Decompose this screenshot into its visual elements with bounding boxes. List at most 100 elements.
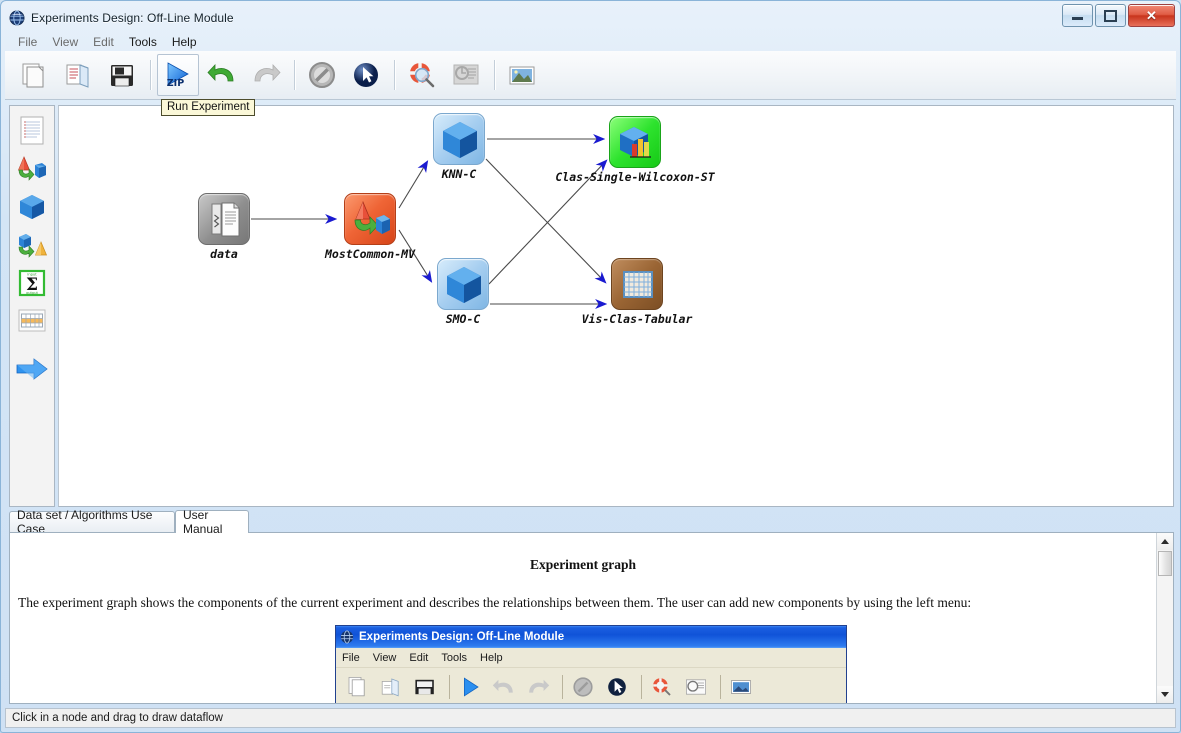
embedded-open-folder-icon xyxy=(376,672,406,702)
manual-paragraph: The experiment graph shows the component… xyxy=(18,595,972,610)
embedded-toolbar-separator-1 xyxy=(449,675,450,699)
dataset-document-icon xyxy=(20,116,44,145)
scrollbar-thumb[interactable] xyxy=(1158,551,1172,576)
window-title: Experiments Design: Off-Line Module xyxy=(31,11,234,25)
dataset-node-icon xyxy=(211,202,240,237)
embedded-menu-file: File xyxy=(342,651,360,664)
zip-run-icon: ZIP xyxy=(167,62,189,89)
embedded-new-document-icon xyxy=(342,672,372,702)
embedded-picture-icon xyxy=(726,672,756,702)
manual-heading: Experiment graph xyxy=(529,557,637,572)
titlebar: Experiments Design: Off-Line Module ✕ xyxy=(4,4,1177,32)
tab-label: User Manual xyxy=(183,508,223,536)
menubar: File View Edit Tools Help xyxy=(5,32,1176,51)
embedded-menu-help: Help xyxy=(480,651,503,664)
palette-visualisation[interactable] xyxy=(10,302,54,340)
user-manual-panel: Experiment graph The experiment graph sh… xyxy=(9,532,1174,704)
graph-node-knn-c[interactable]: KNN-C xyxy=(433,113,485,181)
close-button[interactable]: ✕ xyxy=(1128,4,1175,27)
menu-help[interactable]: Help xyxy=(165,34,205,50)
preprocess-node-icon xyxy=(354,200,390,235)
toolbar-separator-4 xyxy=(494,60,495,90)
palette-preprocess[interactable] xyxy=(10,150,54,188)
embedded-titlebar: Experiments Design: Off-Line Module xyxy=(336,626,846,648)
menu-tools[interactable]: Tools xyxy=(122,34,165,50)
embedded-toolbar xyxy=(336,667,846,703)
window-frame: Experiments Design: Off-Line Module ✕ Fi… xyxy=(0,0,1181,733)
graph-node-clas-single-wilcoxon-st[interactable]: Clas-Single-Wilcoxon-ST xyxy=(555,116,715,184)
component-palette: input Σ output xyxy=(9,105,55,507)
embedded-document-magnifier-icon xyxy=(681,672,711,702)
maximize-icon xyxy=(1104,9,1117,22)
classifier-node-icon xyxy=(447,267,481,303)
embedded-menu-view: View xyxy=(372,651,397,664)
menu-view[interactable]: View xyxy=(45,34,86,50)
graph-node-vis-clas-tabular[interactable]: Vis-Clas-Tabular xyxy=(582,258,692,326)
lifebuoy-magnifier-icon xyxy=(410,63,435,88)
palette-dataset[interactable] xyxy=(10,112,54,150)
menu-edit[interactable]: Edit xyxy=(86,34,122,50)
document-magnifier-icon xyxy=(453,64,479,85)
svg-text:output: output xyxy=(26,291,38,295)
run-experiment-button[interactable]: ZIP xyxy=(157,54,199,96)
cancel-button[interactable] xyxy=(301,54,343,96)
svg-text:ZIP: ZIP xyxy=(167,78,184,89)
graph-node-mostcommon-mv[interactable]: MostCommon-MV xyxy=(325,193,415,261)
help-search-button[interactable] xyxy=(401,54,443,96)
select-pointer-button[interactable] xyxy=(345,54,387,96)
graph-node-label: SMO-C xyxy=(445,312,481,326)
undo-button[interactable] xyxy=(201,54,243,96)
new-experiment-button[interactable] xyxy=(13,54,55,96)
window-controls: ✕ xyxy=(1062,4,1175,27)
blue-arrow-icon xyxy=(16,358,48,380)
toolbar-separator-3 xyxy=(394,60,395,90)
menu-file[interactable]: File xyxy=(13,34,45,50)
cube-to-cone-icon xyxy=(18,234,48,258)
blue-cube-icon xyxy=(20,195,44,219)
redo-button[interactable] xyxy=(245,54,287,96)
embedded-no-entry-icon xyxy=(568,672,598,702)
close-icon: ✕ xyxy=(1146,8,1157,23)
user-manual-content: Experiment graph The experiment graph sh… xyxy=(10,533,1156,703)
embedded-screenshot: Experiments Design: Off-Line Module File… xyxy=(335,625,847,703)
picture-icon xyxy=(509,66,535,85)
tab-user-manual[interactable]: User Manual xyxy=(175,508,249,536)
save-experiment-button[interactable] xyxy=(101,54,143,96)
graph-node-data[interactable]: data xyxy=(198,193,250,261)
embedded-menubar: File View Edit Tools Help xyxy=(336,648,846,667)
scroll-up-button[interactable] xyxy=(1157,533,1173,550)
export-image-button[interactable] xyxy=(501,54,543,96)
graph-node-smo-c[interactable]: SMO-C xyxy=(437,258,489,326)
toolbar: ZIP xyxy=(5,51,1176,100)
graph-node-label: Vis-Clas-Tabular xyxy=(581,312,693,326)
chevron-up-icon xyxy=(1161,539,1169,544)
table-grid-icon xyxy=(18,309,46,332)
embedded-cursor-arrow-icon xyxy=(602,672,632,702)
embedded-run-play-icon xyxy=(455,672,485,702)
palette-postprocess[interactable] xyxy=(10,226,54,264)
floppy-save-icon xyxy=(111,65,133,87)
palette-connection[interactable] xyxy=(10,350,54,388)
manual-vertical-scrollbar[interactable] xyxy=(1156,533,1173,703)
sigma-icon: input Σ output xyxy=(18,269,46,297)
tab-dataset-algorithms-use-case[interactable]: Data set / Algorithms Use Case xyxy=(9,508,175,536)
open-experiment-button[interactable] xyxy=(57,54,99,96)
palette-classifier[interactable] xyxy=(10,188,54,226)
embedded-menu-tools: Tools xyxy=(441,651,468,664)
embedded-menu-edit: Edit xyxy=(409,651,429,664)
embedded-lifebuoy-magnifier-icon xyxy=(647,672,677,702)
minimize-button[interactable] xyxy=(1062,4,1093,27)
classifier-node-icon xyxy=(443,122,477,158)
statusbar-message: Click in a node and drag to draw dataflo… xyxy=(12,712,223,724)
chevron-down-icon xyxy=(1161,692,1169,697)
palette-statistical-test[interactable]: input Σ output xyxy=(10,264,54,302)
experiment-graph-canvas[interactable]: data MostCommon-MV KNN-C SMO-C Clas-Sing… xyxy=(58,105,1174,507)
open-folder-icon xyxy=(66,64,89,88)
stat-test-node-icon xyxy=(620,127,651,158)
bottom-tabstrip: Data set / Algorithms Use Case User Manu… xyxy=(9,508,1172,536)
maximize-button[interactable] xyxy=(1095,4,1126,27)
preview-report-button[interactable] xyxy=(445,54,487,96)
graph-node-label: MostCommon-MV xyxy=(324,247,416,261)
scroll-down-button[interactable] xyxy=(1157,686,1173,703)
visualisation-node-icon xyxy=(623,271,653,298)
